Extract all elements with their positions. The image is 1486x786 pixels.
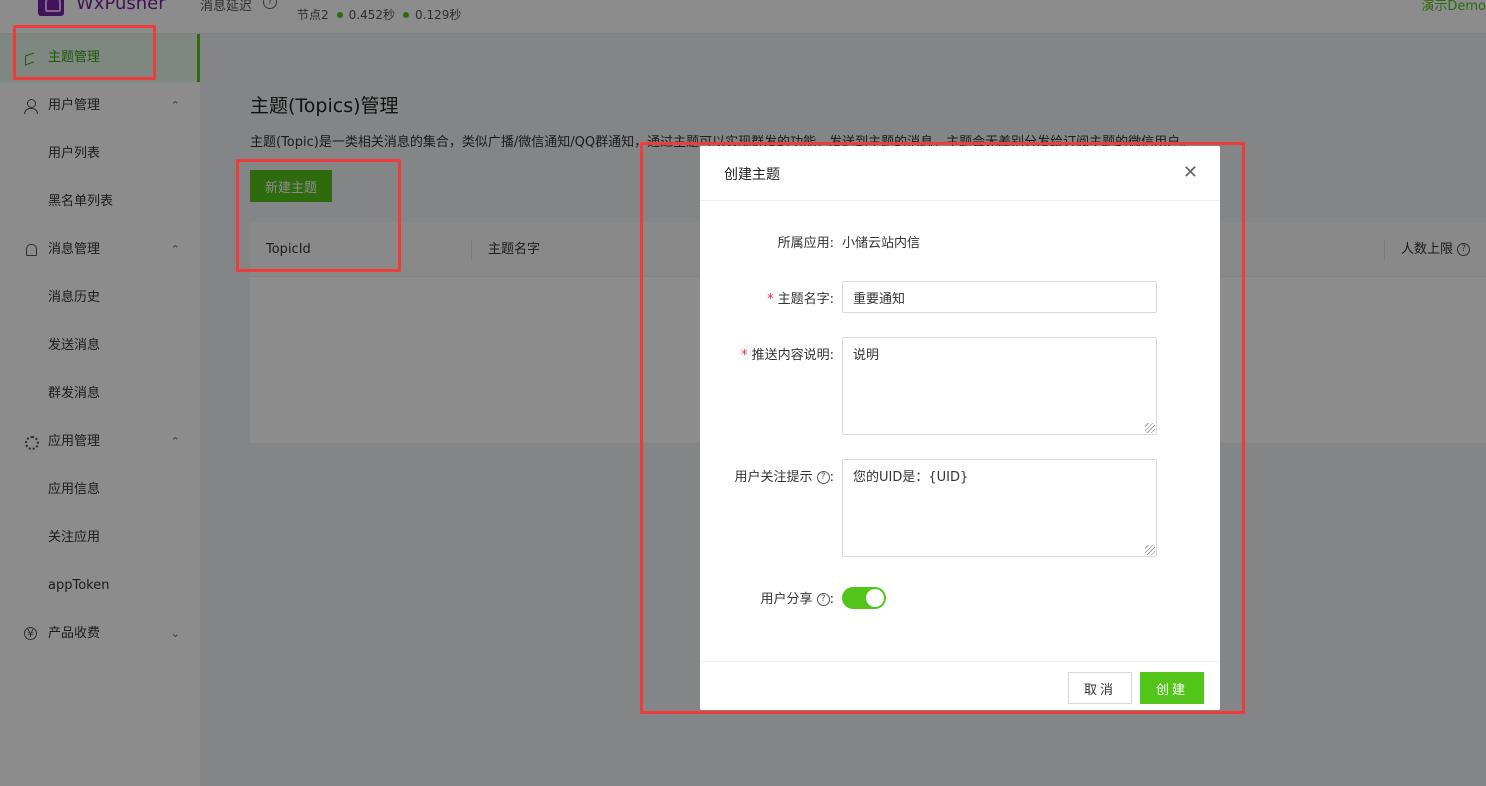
annotation-box-topics-menu <box>13 25 156 80</box>
annotation-box-new-topic <box>236 159 401 272</box>
annotation-box-modal <box>640 142 1245 714</box>
